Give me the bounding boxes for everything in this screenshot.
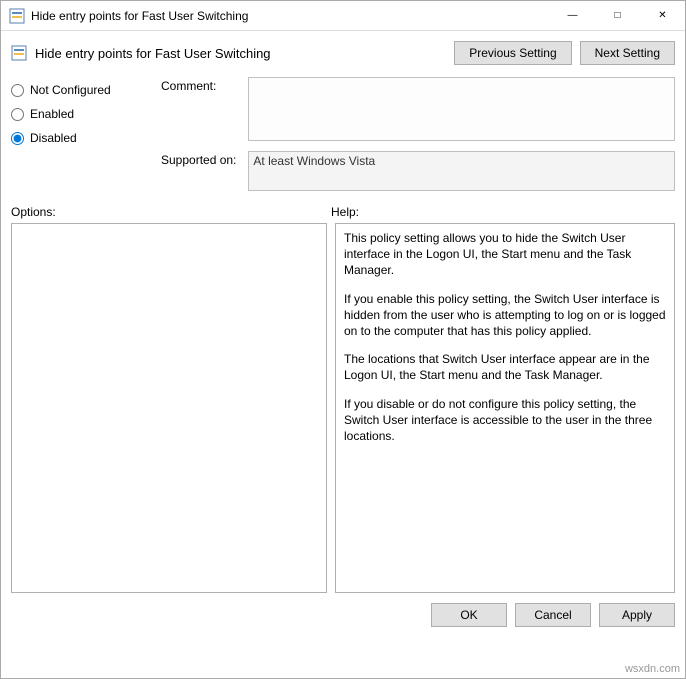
window-controls: — □ ✕ <box>550 1 685 30</box>
ok-button[interactable]: OK <box>431 603 507 627</box>
options-label: Options: <box>11 205 331 219</box>
body-grid: Not Configured Enabled Disabled Comment:… <box>1 71 685 191</box>
maximize-button[interactable]: □ <box>595 1 640 30</box>
radio-not-configured[interactable]: Not Configured <box>11 83 151 97</box>
window-title: Hide entry points for Fast User Switchin… <box>31 9 550 23</box>
next-setting-button[interactable]: Next Setting <box>580 41 675 65</box>
panels: This policy setting allows you to hide t… <box>1 223 685 593</box>
radio-enabled[interactable]: Enabled <box>11 107 151 121</box>
header-row: Hide entry points for Fast User Switchin… <box>1 31 685 71</box>
apply-button[interactable]: Apply <box>599 603 675 627</box>
previous-setting-button[interactable]: Previous Setting <box>454 41 571 65</box>
help-label: Help: <box>331 205 359 219</box>
cancel-button[interactable]: Cancel <box>515 603 591 627</box>
footer: OK Cancel Apply <box>1 593 685 637</box>
minimize-button[interactable]: — <box>550 1 595 30</box>
supported-on-value <box>248 151 675 191</box>
policy-icon <box>9 8 25 24</box>
help-paragraph: This policy setting allows you to hide t… <box>344 230 666 279</box>
watermark: wsxdn.com <box>625 663 680 675</box>
help-paragraph: The locations that Switch User interface… <box>344 351 666 383</box>
close-button[interactable]: ✕ <box>640 1 685 30</box>
titlebar: Hide entry points for Fast User Switchin… <box>1 1 685 31</box>
policy-icon <box>11 45 27 61</box>
section-labels: Options: Help: <box>1 191 685 223</box>
help-panel: This policy setting allows you to hide t… <box>335 223 675 593</box>
supported-on-label: Supported on: <box>161 151 240 167</box>
comment-label: Comment: <box>161 77 240 141</box>
radio-disabled[interactable]: Disabled <box>11 131 151 145</box>
help-paragraph: If you disable or do not configure this … <box>344 396 666 445</box>
comment-textarea[interactable] <box>248 77 675 141</box>
radio-label: Enabled <box>30 107 74 121</box>
policy-name: Hide entry points for Fast User Switchin… <box>35 46 454 61</box>
radio-label: Not Configured <box>30 83 111 97</box>
state-radio-group: Not Configured Enabled Disabled <box>11 77 151 191</box>
options-panel <box>11 223 327 593</box>
help-paragraph: If you enable this policy setting, the S… <box>344 291 666 340</box>
radio-label: Disabled <box>30 131 77 145</box>
